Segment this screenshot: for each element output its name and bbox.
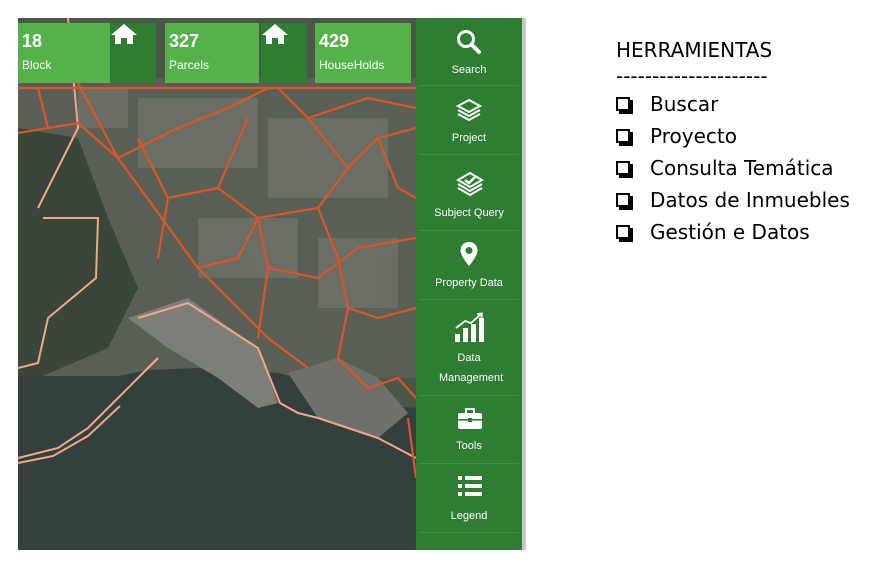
checkbox-icon (616, 97, 633, 114)
sidebar-item-property-data[interactable]: Property Data (419, 231, 519, 300)
list-item: Gestión e Datos (616, 216, 886, 248)
layers-icon (455, 98, 483, 122)
sidebar-item-label: Legend (450, 510, 488, 522)
search-icon (457, 30, 481, 54)
stat-households: 429 HouseHolds (315, 23, 411, 83)
stat-households-value: 429 (319, 31, 350, 51)
stat-block-label: Block (22, 58, 52, 72)
panel-divider: --------------------- (616, 64, 768, 88)
panel-title: HERRAMIENTAS (616, 38, 773, 62)
stat-block-value: 18 (22, 31, 43, 51)
bar-chart-icon (455, 312, 484, 342)
list-icon (458, 476, 482, 496)
home-icon[interactable] (110, 23, 156, 83)
sidebar-item-label: Tools (456, 440, 482, 452)
sidebar-item-subject-query[interactable]: Subject Query (419, 155, 519, 231)
satellite-map (18, 18, 416, 550)
checkbox-icon (616, 193, 633, 210)
checkbox-icon (616, 161, 633, 178)
stat-block: 18 Block (18, 23, 110, 83)
sidebar-item-data-management[interactable]: Data Management (419, 300, 519, 396)
sidebar-item-project[interactable]: Project (419, 86, 519, 155)
list-item-label: Gestión e Datos (650, 220, 810, 244)
tools-sidebar: Search Project Subject Query Property Da… (416, 18, 526, 550)
sidebar-item-legend[interactable]: Legend (419, 464, 519, 533)
list-item-label: Datos de Inmuebles (650, 188, 850, 212)
stat-households-label: HouseHolds (319, 58, 385, 72)
sidebar-item-search[interactable]: Search (419, 18, 519, 86)
sidebar-item-label: Property Data (435, 277, 503, 289)
tools-panel: HERRAMIENTAS --------------------- Busca… (616, 38, 886, 248)
list-item: Proyecto (616, 120, 886, 152)
checkbox-icon (616, 225, 633, 242)
list-item-label: Buscar (650, 92, 719, 116)
stat-parcels-label: Parcels (169, 58, 210, 72)
layers-check-icon (456, 171, 484, 197)
list-item-label: Consulta Temática (650, 156, 834, 180)
sidebar-item-label: Subject Query (434, 207, 504, 219)
sidebar-divider (522, 18, 526, 550)
map-view[interactable]: 18 Block 327 Parcels 429 HouseHolds (18, 18, 416, 550)
checkbox-icon (616, 129, 633, 146)
toolbox-icon (458, 408, 482, 429)
list-item: Datos de Inmuebles (616, 184, 886, 216)
sidebar-item-label: Data Management (439, 352, 504, 384)
map-pin-icon (460, 242, 478, 266)
sidebar-item-label: Project (451, 132, 487, 144)
sidebar-item-label: Search (451, 64, 487, 76)
sidebar-item-tools[interactable]: Tools (419, 396, 519, 464)
stat-parcels-value: 327 (169, 31, 200, 51)
list-item: Consulta Temática (616, 152, 886, 184)
stat-parcels: 327 Parcels (165, 23, 259, 83)
list-item-label: Proyecto (650, 124, 737, 148)
list-item: Buscar (616, 88, 886, 120)
home-icon[interactable] (261, 23, 307, 83)
